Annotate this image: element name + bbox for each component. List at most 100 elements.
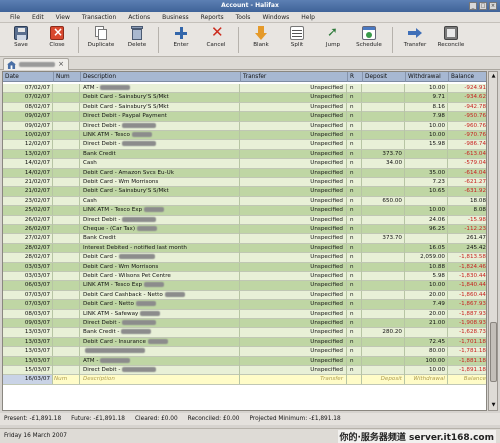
- table-row[interactable]: 07/02/07 Debit Card - Sainsbury'S S/Mkt Un…: [3, 93, 486, 103]
- cell-reconcile-flag[interactable]: n: [348, 159, 362, 169]
- table-row[interactable]: 15/03/07 Direct Debit - Unspecified n 10.00 -…: [3, 366, 486, 376]
- cell-reconcile-flag[interactable]: n: [348, 215, 362, 225]
- cell-withdrawal[interactable]: [406, 234, 448, 244]
- cell-description[interactable]: Direct Debit -: [81, 366, 240, 375]
- cell-withdrawal[interactable]: 20.00: [406, 309, 448, 319]
- cell-num[interactable]: [54, 356, 80, 366]
- cell-reconcile-flag[interactable]: n: [348, 300, 362, 310]
- cell-date[interactable]: 09/03/07: [3, 319, 53, 328]
- cell-num[interactable]: [54, 225, 80, 234]
- table-row[interactable]: 23/02/07 Cash Unspecified n 650.00 18.08: [3, 196, 486, 207]
- cell-transfer[interactable]: Unspecified: [241, 112, 347, 122]
- cell-balance[interactable]: -631.92: [449, 187, 486, 196]
- cell-reconcile-flag[interactable]: n: [348, 131, 362, 140]
- cell-transfer[interactable]: Unspecified: [241, 337, 347, 347]
- cell-num[interactable]: [54, 196, 80, 206]
- cell-transfer[interactable]: Unspecified: [241, 290, 347, 300]
- cell-deposit[interactable]: [363, 131, 405, 140]
- cell-transfer[interactable]: Unspecified: [241, 93, 347, 103]
- cell-deposit[interactable]: [363, 140, 405, 150]
- cell-reconcile-flag[interactable]: n: [348, 337, 362, 347]
- cell-withdrawal[interactable]: 16.05: [406, 243, 448, 253]
- cell-withdrawal[interactable]: 2,059.00: [406, 253, 448, 263]
- cell-num[interactable]: [54, 187, 80, 197]
- menu-edit[interactable]: Edit: [26, 14, 50, 21]
- close-button[interactable]: × Close: [40, 25, 74, 55]
- cell-reconcile-flag[interactable]: n: [348, 84, 362, 93]
- cell-balance[interactable]: -960.76: [449, 122, 486, 131]
- cell-transfer[interactable]: Unspecified: [241, 319, 347, 328]
- table-row[interactable]: 25/02/07 LINK ATM - Tesco Exp Unspecified n…: [3, 206, 486, 216]
- cell-deposit[interactable]: [363, 262, 405, 272]
- menu-windows[interactable]: Windows: [256, 14, 295, 21]
- cell-description[interactable]: Debit Card Cashback - Netto: [81, 290, 240, 300]
- entry-date-field[interactable]: 16/03/07: [3, 375, 53, 385]
- cell-transfer[interactable]: Unspecified: [241, 234, 347, 244]
- cell-num[interactable]: [54, 243, 80, 253]
- cell-description[interactable]: Debit Card - Sainsbury'S S/Mkt: [81, 102, 240, 112]
- cell-balance[interactable]: 245.42: [449, 244, 486, 253]
- cell-date[interactable]: 09/02/07: [3, 121, 53, 131]
- table-row[interactable]: 28/02/07 Interest Debited - notified last…: [3, 243, 486, 254]
- cell-deposit[interactable]: [363, 168, 405, 178]
- cell-date[interactable]: 27/02/07: [3, 234, 53, 244]
- cell-reconcile-flag[interactable]: n: [348, 178, 362, 187]
- cell-balance[interactable]: -950.76: [449, 112, 486, 121]
- cell-num[interactable]: [54, 347, 80, 357]
- cell-deposit[interactable]: 280.20: [363, 328, 405, 338]
- cell-reconcile-flag[interactable]: n: [348, 272, 362, 281]
- table-row[interactable]: 07/03/07 Debit Card - Netto Unspecified n 7.…: [3, 300, 486, 310]
- transfer-button[interactable]: Transfer: [398, 26, 432, 55]
- cell-date[interactable]: 21/02/07: [3, 187, 53, 197]
- cell-date[interactable]: 14/02/07: [3, 168, 53, 178]
- cell-deposit[interactable]: [363, 290, 405, 300]
- cell-deposit[interactable]: 650.00: [363, 196, 405, 206]
- col-header-withdrawal[interactable]: Withdrawal: [406, 72, 449, 82]
- cell-num[interactable]: [54, 206, 80, 216]
- cell-deposit[interactable]: [363, 309, 405, 319]
- cell-num[interactable]: [54, 262, 80, 272]
- delete-button[interactable]: Delete: [120, 26, 154, 55]
- cell-transfer[interactable]: Unspecified: [241, 168, 347, 178]
- cell-deposit[interactable]: [363, 281, 405, 291]
- cell-transfer[interactable]: Unspecified: [241, 272, 347, 281]
- cell-balance[interactable]: -1,887.93: [449, 310, 486, 319]
- cell-withdrawal[interactable]: [406, 149, 448, 159]
- cell-deposit[interactable]: [363, 215, 405, 225]
- cell-num[interactable]: [54, 319, 80, 328]
- cell-withdrawal[interactable]: 72.45: [406, 337, 448, 347]
- cell-withdrawal[interactable]: [406, 196, 448, 206]
- cell-deposit[interactable]: [363, 319, 405, 328]
- menu-reports[interactable]: Reports: [195, 14, 230, 21]
- jump-button[interactable]: ➚ Jump: [316, 25, 350, 55]
- cell-description[interactable]: ATM -: [81, 356, 240, 366]
- cell-description[interactable]: LINK ATM - Safeway: [81, 309, 240, 319]
- cell-num[interactable]: [54, 337, 80, 347]
- cell-reconcile-flag[interactable]: n: [348, 102, 362, 112]
- cell-date[interactable]: 26/02/07: [3, 215, 53, 225]
- cell-date[interactable]: 12/02/07: [3, 140, 53, 150]
- cell-reconcile-flag[interactable]: n: [348, 290, 362, 300]
- cell-transfer[interactable]: Unspecified: [241, 300, 347, 310]
- cell-deposit[interactable]: [363, 112, 405, 122]
- col-header-transfer[interactable]: Transfer: [241, 72, 348, 82]
- tab-account[interactable]: ×: [3, 58, 69, 70]
- cell-balance[interactable]: -1,881.18: [449, 357, 486, 366]
- entry-transfer-field[interactable]: Transfer: [241, 375, 347, 385]
- cell-transfer[interactable]: Unspecified: [241, 347, 347, 357]
- table-row[interactable]: 14/02/07 Cash Unspecified n 34.00 -579.04: [3, 159, 486, 169]
- cell-withdrawal[interactable]: 9.71: [406, 93, 448, 103]
- cell-withdrawal[interactable]: 5.98: [406, 272, 448, 281]
- tab-close-button[interactable]: ×: [58, 60, 64, 68]
- cell-description[interactable]: Interest Debited - notified last month: [81, 243, 240, 253]
- cell-deposit[interactable]: [363, 225, 405, 234]
- cell-reconcile-flag[interactable]: n: [348, 206, 362, 216]
- cell-date[interactable]: 08/03/07: [3, 309, 53, 319]
- cell-balance[interactable]: -1,813.58: [449, 253, 486, 262]
- cell-withdrawal[interactable]: [406, 159, 448, 169]
- cell-description[interactable]: Debit Card - Sainsbury'S S/Mkt: [81, 93, 240, 103]
- cell-description[interactable]: Direct Debit -: [81, 121, 240, 131]
- cell-withdrawal[interactable]: 10.00: [406, 121, 448, 131]
- cell-reconcile-flag[interactable]: n: [348, 319, 362, 328]
- cell-date[interactable]: 13/03/07: [3, 337, 53, 347]
